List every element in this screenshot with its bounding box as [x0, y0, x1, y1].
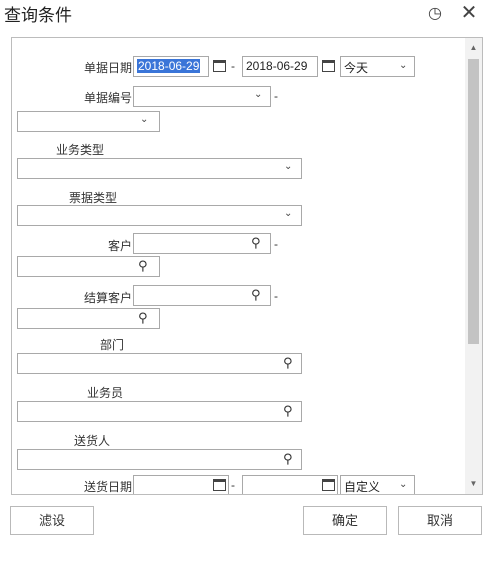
- doc-date-to-value: 2018-06-29: [246, 59, 308, 73]
- salesman-label: 业务员: [87, 386, 124, 400]
- search-icon[interactable]: ⚲: [251, 288, 261, 301]
- vertical-scrollbar[interactable]: ▲ ▼: [465, 38, 482, 494]
- biz-type-label: 业务类型: [56, 143, 105, 157]
- calendar-icon[interactable]: [213, 60, 226, 72]
- doc-no-label: 单据编号: [83, 91, 132, 105]
- calendar-icon[interactable]: [322, 60, 335, 72]
- scrollbar-thumb[interactable]: [468, 59, 479, 344]
- chevron-down-icon: ⌄: [399, 60, 408, 71]
- scroll-up-arrow-icon[interactable]: ▲: [465, 40, 482, 56]
- separator-dash: -: [274, 89, 278, 103]
- bill-type-label: 票据类型: [69, 191, 118, 205]
- search-icon[interactable]: ⚲: [251, 236, 261, 249]
- lookup-icon[interactable]: ⚲: [283, 452, 293, 465]
- dialog-title: 查询条件: [4, 6, 72, 25]
- ok-button[interactable]: 确定: [303, 506, 387, 535]
- lookup-icon[interactable]: ⚲: [283, 356, 293, 369]
- delivery-date-label: 送货日期: [83, 480, 132, 494]
- close-icon[interactable]: ✕: [457, 0, 481, 24]
- customer-label: 客户: [107, 239, 132, 253]
- biz-type-select[interactable]: [17, 158, 302, 179]
- chevron-down-icon: ⌄: [284, 208, 293, 219]
- doc-date-to-input[interactable]: 2018-06-29: [242, 56, 318, 77]
- department-label: 部门: [100, 338, 125, 352]
- department-input[interactable]: [17, 353, 302, 374]
- settle-customer-label: 结算客户: [83, 291, 132, 305]
- deliverer-input[interactable]: [17, 449, 302, 470]
- scroll-down-arrow-icon[interactable]: ▼: [465, 476, 482, 492]
- search-icon[interactable]: ⚲: [138, 311, 148, 324]
- doc-date-label: 单据日期: [83, 61, 132, 75]
- chevron-down-icon: ⌄: [254, 89, 263, 100]
- search-icon[interactable]: ⚲: [138, 259, 148, 272]
- calendar-icon[interactable]: [322, 479, 335, 491]
- doc-date-period-value: 今天: [344, 61, 369, 75]
- chevron-down-icon: ⌄: [140, 114, 149, 125]
- calendar-icon[interactable]: [213, 479, 226, 491]
- separator-dash: -: [231, 478, 235, 492]
- lookup-icon[interactable]: ⚲: [283, 404, 293, 417]
- delivery-date-period-value: 自定义: [344, 480, 381, 494]
- separator-dash: -: [231, 59, 235, 73]
- doc-no-to-select[interactable]: [17, 111, 160, 132]
- deliverer-label: 送货人: [74, 434, 111, 448]
- filter-settings-button[interactable]: 滤设: [10, 506, 94, 535]
- doc-no-from-select[interactable]: [133, 86, 271, 107]
- salesman-input[interactable]: [17, 401, 302, 422]
- doc-date-from-input[interactable]: 2018-06-29: [133, 56, 209, 77]
- separator-dash: -: [274, 237, 278, 251]
- chevron-down-icon: ⌄: [284, 161, 293, 172]
- cancel-button[interactable]: 取消: [398, 506, 482, 535]
- separator-dash: -: [274, 289, 278, 303]
- query-form-panel: 单据日期 2018-06-29 - 2018-06-29 今天 ⌄ 单据编号 ⌄…: [11, 37, 483, 495]
- chevron-down-icon: ⌄: [399, 479, 408, 490]
- help-icon[interactable]: ◷: [425, 3, 445, 23]
- doc-date-from-value: 2018-06-29: [137, 59, 201, 73]
- bill-type-select[interactable]: [17, 205, 302, 226]
- dialog-titlebar: 查询条件 ◷ ✕: [0, 0, 490, 30]
